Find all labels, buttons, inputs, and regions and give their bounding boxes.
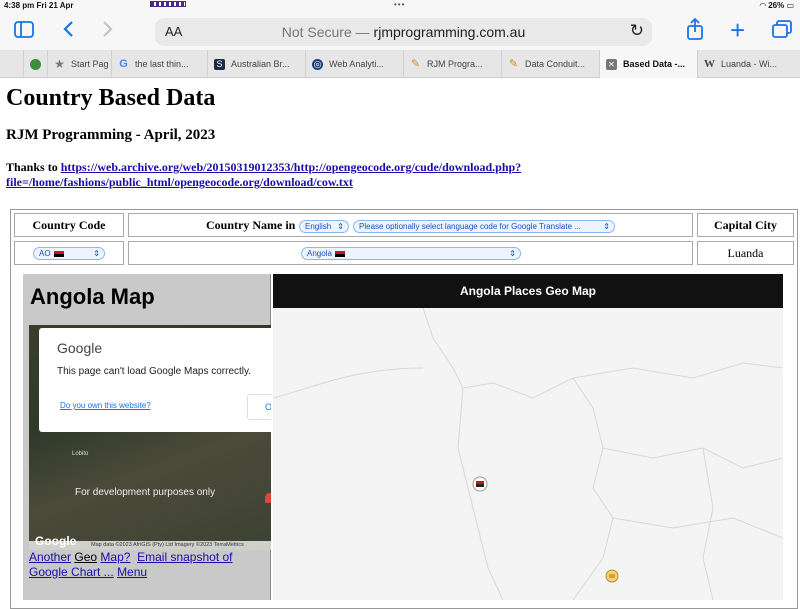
header-country-name: Country Name in English ⇕ Please optiona… — [128, 213, 693, 237]
tab-bar: ★ Start Pag G the last thin... S Austral… — [0, 50, 800, 78]
status-right: ◠ 26% ▭ — [760, 1, 794, 10]
dev-purposes-watermark: For development purposes only — [75, 487, 216, 498]
url-display[interactable]: Not Secure — rjmprogramming.com.au — [155, 24, 652, 40]
wikipedia-icon: W — [704, 57, 715, 70]
sidebar-icon[interactable] — [14, 20, 34, 42]
page-subtitle: RJM Programming - April, 2023 — [6, 127, 216, 143]
luanda-marker-icon[interactable] — [472, 476, 488, 492]
tab-label: Based Data -... — [623, 59, 686, 69]
geo-map-title: Angola Places Geo Map — [273, 274, 783, 308]
tab-0[interactable] — [24, 50, 48, 78]
map-attribution: Map data ©2023 AfriGIS (Pty) Ltd Imagery… — [29, 541, 271, 550]
forward-icon[interactable] — [102, 20, 114, 42]
reload-icon[interactable]: ↻ — [630, 21, 644, 41]
geo-map-background — [273, 308, 783, 600]
geo-link[interactable]: Geo — [74, 550, 97, 564]
browser-toolbar: AA Not Secure — rjmprogramming.com.au ↻ … — [0, 12, 800, 50]
leaf-icon — [30, 58, 41, 70]
angola-flag-icon — [334, 250, 345, 257]
url-domain: rjmprogramming.com.au — [373, 24, 526, 40]
credits-prefix: Thanks to — [6, 160, 61, 174]
tab-placeholder — [0, 50, 24, 78]
map-pin-icon[interactable] — [265, 493, 271, 503]
credits: Thanks to https://web.archive.org/web/20… — [6, 160, 566, 190]
own-website-link[interactable]: Do you own this website? — [60, 401, 151, 410]
share-icon[interactable] — [686, 17, 704, 44]
close-tab-icon[interactable]: ✕ — [606, 58, 617, 70]
google-icon: G — [119, 57, 128, 70]
angola-flag-icon — [53, 250, 64, 257]
left-map-panel: Angola Map Google This page can't load G… — [23, 274, 271, 600]
tab-label: Luanda - Wi... — [721, 59, 778, 69]
tab-7-active[interactable]: ✕ Based Data -... — [600, 50, 698, 78]
tab-8[interactable]: W Luanda - Wi... — [698, 50, 798, 78]
country-code-select[interactable]: AO ⇕ — [33, 247, 105, 260]
tab-3[interactable]: S Australian Br... — [208, 50, 306, 78]
battery-percent: 26% — [768, 1, 785, 10]
header-capital-city: Capital City — [697, 213, 794, 237]
language-select[interactable]: English ⇕ — [299, 220, 349, 233]
tab-2[interactable]: G the last thin... — [112, 50, 208, 78]
map-question-link[interactable]: Map? — [100, 550, 130, 564]
map-place-label: Lobito — [72, 451, 89, 457]
tab-4[interactable]: ◎ Web Analyti... — [306, 50, 404, 78]
chevron-updown-icon: ⇕ — [509, 249, 516, 258]
tab-label: Data Conduit... — [525, 59, 586, 69]
capital-city-cell: Luanda — [697, 241, 794, 265]
chevron-updown-icon: ⇕ — [93, 249, 100, 258]
maps-error-dialog: Google This page can't load Google Maps … — [39, 328, 271, 432]
s-icon: S — [214, 58, 225, 70]
country-name-cell: Angola ⇕ — [128, 241, 693, 265]
chevron-updown-icon: ⇕ — [603, 222, 610, 231]
multitasking-dots-icon[interactable]: ••• — [394, 0, 405, 9]
tab-label: the last thin... — [135, 59, 189, 69]
google-logo: Google — [57, 340, 103, 356]
header-country-code: Country Code — [14, 213, 124, 237]
country-code-value: AO — [39, 249, 51, 258]
left-map-links: Another Geo Map? Email snapshot of Googl… — [29, 550, 269, 580]
not-secure-label: Not Secure — — [281, 24, 370, 40]
tab-label: Australian Br... — [231, 59, 290, 69]
tab-overview-icon[interactable] — [772, 20, 792, 42]
page-title: Country Based Data — [6, 85, 216, 111]
geo-map-panel: Angola Places Geo Map — [273, 274, 783, 600]
screen-recording-indicator — [150, 1, 186, 7]
translate-select[interactable]: Please optionally select language code f… — [353, 220, 615, 233]
tab-5[interactable]: ✎ RJM Progra... — [404, 50, 502, 78]
tab-1[interactable]: ★ Start Pag — [48, 50, 112, 78]
dialog-ok-label: OK — [265, 402, 271, 412]
analytics-icon: ◎ — [312, 58, 323, 70]
left-map-heading: Angola Map — [30, 284, 155, 309]
back-icon[interactable] — [62, 20, 74, 42]
credits-link[interactable]: https://web.archive.org/web/201503190123… — [6, 160, 521, 189]
chevron-updown-icon: ⇕ — [337, 222, 344, 231]
place-marker-icon[interactable] — [605, 569, 619, 583]
another-link[interactable]: Another — [29, 550, 71, 564]
country-name-value: Angola — [307, 249, 332, 258]
google-satellite-map[interactable]: Google This page can't load Google Maps … — [29, 325, 271, 550]
status-time: 4:38 pm Fri 21 Apr — [4, 1, 74, 10]
tab-6[interactable]: ✎ Data Conduit... — [502, 50, 600, 78]
tab-label: Web Analyti... — [329, 59, 384, 69]
language-select-value: English — [305, 222, 332, 231]
pencil-icon: ✎ — [410, 57, 421, 70]
country-code-cell: AO ⇕ — [14, 241, 124, 265]
wifi-icon: ◠ — [759, 1, 766, 10]
dialog-ok-button[interactable]: OK — [247, 394, 271, 420]
address-bar[interactable]: AA Not Secure — rjmprogramming.com.au ↻ — [155, 18, 652, 46]
menu-link[interactable]: Menu — [117, 565, 147, 579]
header-country-name-label: Country Name in — [206, 218, 296, 232]
country-name-select[interactable]: Angola ⇕ — [301, 247, 521, 260]
translate-select-value: Please optionally select language code f… — [359, 222, 581, 231]
tab-label: Start Pag — [71, 59, 109, 69]
star-icon: ★ — [54, 56, 65, 71]
tab-label: RJM Progra... — [427, 59, 483, 69]
battery-icon: ▭ — [786, 1, 794, 10]
status-bar: 4:38 pm Fri 21 Apr ••• ◠ 26% ▭ — [0, 0, 800, 12]
new-tab-icon[interactable]: + — [730, 17, 745, 43]
geo-map-chart[interactable] — [273, 308, 783, 600]
pencil-icon: ✎ — [508, 57, 519, 70]
maps-error-message: This page can't load Google Maps correct… — [57, 366, 252, 377]
